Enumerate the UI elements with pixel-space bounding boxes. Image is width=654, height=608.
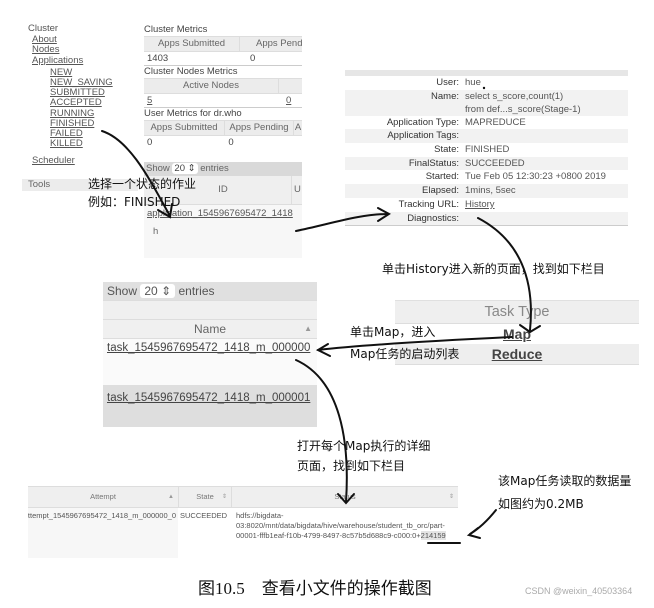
arrowhead: [466, 527, 481, 539]
arrow-app-to-tracking: [295, 213, 389, 232]
arrow-map-to-task: [317, 336, 513, 351]
watermark: CSDN @weixin_40503364: [525, 586, 633, 596]
stray-dot: [482, 86, 486, 90]
figure-caption: 图10.5 查看小文件的操作截图: [198, 579, 432, 598]
arrow-task-to-attempt: [295, 359, 348, 503]
arrow-history-to-map: [477, 217, 532, 331]
arrow-finished-to-app: [101, 130, 171, 217]
annotation-arrows: [101, 86, 541, 544]
